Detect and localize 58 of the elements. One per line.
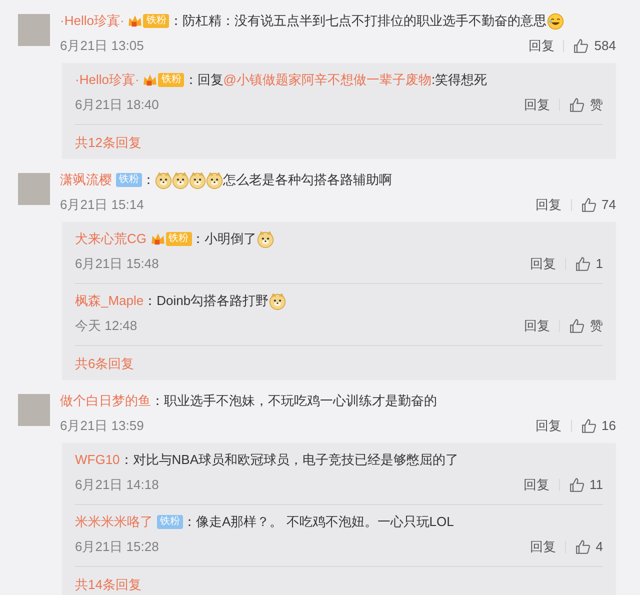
thumbs-up-icon <box>573 38 590 54</box>
comment-text: ： 怎么老是各种勾搭各路辅助啊 <box>142 170 392 190</box>
dog-emoji-icon <box>172 172 189 188</box>
timestamp: 6月21日 15:48 <box>75 255 159 274</box>
avatar-photo-placeholder[interactable] <box>18 394 50 426</box>
reply-button[interactable]: 回复 <box>524 475 550 495</box>
thumbs-up-icon <box>569 97 585 113</box>
dog-emoji-icon <box>206 172 223 188</box>
crown-icon <box>127 13 144 29</box>
like-button[interactable]: 赞 <box>569 316 603 336</box>
like-button[interactable]: 4 <box>574 537 603 557</box>
avatar-photo-placeholder[interactable] <box>18 173 50 205</box>
thumbs-up-icon <box>580 197 597 213</box>
like-button[interactable]: 16 <box>580 416 616 436</box>
comment-text: ：像走A那样？。 不吃鸡不泡妞。一心只玩LOL <box>183 513 454 532</box>
reply-button[interactable]: 回复 <box>536 416 562 436</box>
comment-text: ：回复@小镇做题家阿辛不想做一辈子废物:笑得想死 <box>184 70 488 90</box>
reply-button[interactable]: 回复 <box>528 36 554 56</box>
comment-text: ：Doinb勾搭各路打野 <box>144 291 286 311</box>
dog-emoji-icon <box>189 172 206 188</box>
like-button[interactable]: 11 <box>568 475 603 495</box>
timestamp: 今天 12:48 <box>75 317 138 336</box>
timestamp: 6月21日 13:59 <box>60 417 144 436</box>
thumbs-up-icon <box>574 256 591 272</box>
dog-emoji-icon <box>155 172 172 188</box>
timestamp: 6月21日 14:18 <box>75 476 159 494</box>
comment-text: ：小明倒了 <box>192 229 274 249</box>
timestamp: 6月21日 15:14 <box>60 196 144 214</box>
avatar-photo-placeholder[interactable] <box>18 14 50 46</box>
fan-badge: 铁粉 <box>157 515 183 529</box>
comment-text: ：防杠精：没有说五点半到七点不打排位的职业选手不勤奋的意思 <box>169 11 564 31</box>
reply-button[interactable]: 回复 <box>524 316 550 336</box>
thumbs-up-icon <box>568 477 584 493</box>
crown-icon <box>142 72 158 88</box>
like-button[interactable]: 584 <box>573 36 616 56</box>
fan-badge: 铁粉 <box>158 73 184 87</box>
fan-badge: 铁粉 <box>116 173 142 187</box>
comment-text: ：对比与NBA球员和欧冠球员，电子竞技已经是够憋屈的了 <box>120 451 459 470</box>
like-button[interactable]: 1 <box>574 254 603 274</box>
thumbs-up-icon <box>569 318 585 334</box>
timestamp: 6月21日 13:05 <box>60 37 144 56</box>
reply-button[interactable]: 回复 <box>530 537 556 557</box>
timestamp: 6月21日 15:28 <box>75 538 159 556</box>
reply-button[interactable]: 回复 <box>524 95 550 115</box>
thumbs-up-icon <box>574 539 591 555</box>
dog-emoji-icon <box>256 230 274 248</box>
reply-button[interactable]: 回复 <box>530 254 556 274</box>
thumbs-up-icon <box>580 418 597 434</box>
reply-button[interactable]: 回复 <box>536 195 562 215</box>
crown-icon <box>150 231 166 247</box>
laughing-emoji-icon <box>547 12 564 30</box>
timestamp: 6月21日 18:40 <box>75 96 159 114</box>
fan-badge: 铁粉 <box>143 14 170 28</box>
like-button[interactable]: 74 <box>580 195 616 215</box>
fan-badge: 铁粉 <box>166 232 192 246</box>
like-button[interactable]: 赞 <box>569 95 603 115</box>
comment-text: ：职业选手不泡妹，不玩吃鸡一心训练才是勤奋的 <box>151 392 437 410</box>
dog-emoji-icon <box>268 292 286 310</box>
